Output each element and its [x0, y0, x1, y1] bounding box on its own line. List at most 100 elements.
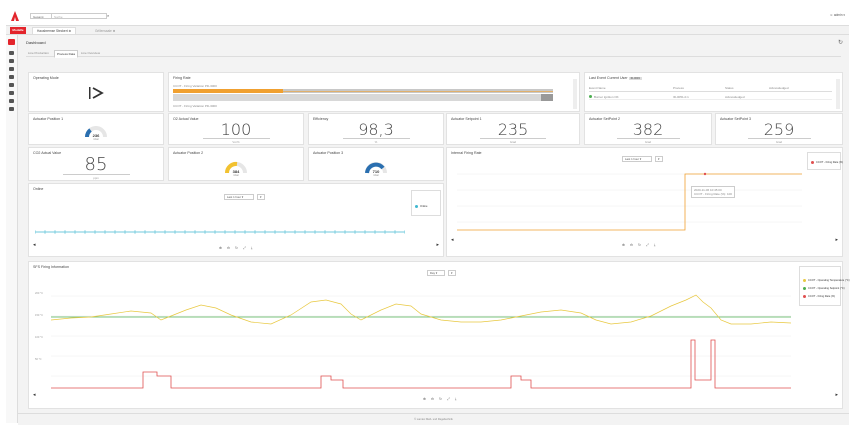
y-tick: 150 °C — [35, 314, 43, 317]
firing-progress-1 — [173, 89, 553, 93]
divider — [342, 138, 410, 139]
unit-label: Grad — [509, 140, 517, 144]
footer: © Lamtec Meß- und Regeltechnik — [18, 413, 849, 425]
sub-tabs: Line Production Process Data Line Overvi… — [26, 49, 841, 58]
unit-label: Grad — [644, 140, 652, 144]
big-value: 235 — [497, 120, 529, 139]
search-scope-select[interactable]: Gesamt — [30, 13, 52, 19]
card-firing-rate: Firing Rate CCOT - Firing Variation PD-3… — [168, 72, 580, 112]
chart-menu-button[interactable]: ▾ — [655, 156, 663, 162]
big-value: 98,3 — [358, 120, 394, 139]
legend-item[interactable]: CCOT - Firing Rate (%) — [803, 295, 835, 298]
card-title: Firing Rate — [173, 76, 191, 80]
scroll-left-icon[interactable]: ◂ — [33, 392, 36, 398]
col-header: Acknowledged — [769, 86, 789, 90]
tab-grillensaale[interactable]: Grillensaale ✖ — [92, 28, 118, 34]
firing-rate-series — [51, 339, 791, 389]
firing-progress-2 — [173, 94, 553, 101]
tab-hausbremse[interactable]: Hausbremse Steckert ⚙ — [32, 27, 77, 34]
search-icon[interactable]: ⌕ — [107, 13, 117, 19]
sidebar-item-8[interactable] — [9, 107, 14, 111]
event-table-header: Event Name Process Status Acknowledged — [589, 86, 832, 92]
legend-item[interactable]: CCOT - Operating Temperature (°C) — [803, 279, 850, 282]
card-actuator-setpoint-2: Actuator SetPoint 2 382 Grad — [584, 113, 712, 145]
subtab-line-overview[interactable]: Line Overview — [79, 50, 102, 56]
firing-row-label: CCOT - Firing Variation PD-3000 — [173, 84, 217, 88]
page-title: Dashboard — [26, 40, 46, 45]
user-menu[interactable]: ☺ admin ▾ — [830, 13, 845, 17]
sidebar-item-5[interactable] — [9, 83, 14, 87]
scroll-left-icon[interactable]: ◂ — [451, 237, 454, 243]
big-value: 259 — [763, 120, 795, 139]
unit-label: Vol.% — [232, 140, 240, 144]
play-skip-icon — [89, 87, 104, 99]
subtab-line-production[interactable]: Line Production — [26, 50, 51, 56]
sidebar-item-4[interactable] — [9, 75, 14, 79]
scrollbar[interactable] — [573, 79, 577, 109]
card-actuator-position-1: Actuator Position 1 236 mbar — [28, 113, 164, 145]
firing-progress-marker — [541, 94, 553, 101]
card-actuator-setpoint-1: Actuator Setpoint 1 235 Grad — [446, 113, 580, 145]
time-range-select[interactable]: Day ▾ — [427, 270, 445, 276]
hover-point — [703, 172, 707, 176]
time-range-select[interactable]: Last 1 hour ▾ — [224, 194, 254, 200]
chart-legend: CCOT - Firing Rate (%) — [807, 152, 843, 170]
card-title: SFS Firing Information — [33, 265, 69, 269]
col-header: Process — [673, 86, 684, 90]
scrollbar[interactable] — [836, 79, 840, 109]
models-button[interactable]: Modelle — [10, 27, 26, 34]
card-internal-firing-rate: Internal Firing Rate Last 1 hour ▾ ▾ 202… — [446, 147, 843, 257]
sidebar — [6, 35, 18, 423]
chart-toolbar[interactable]: ⊕ ⊖ ↻ ⤢ ⤓ — [622, 243, 658, 247]
subtab-process-data[interactable]: Process Data — [54, 50, 79, 58]
legend-item[interactable]: CCOT - Firing Rate (%) — [811, 161, 843, 164]
unit-label: Grad — [775, 140, 783, 144]
temperature-series — [51, 294, 791, 325]
time-range-select[interactable]: Last 1 hour ▾ — [622, 156, 652, 162]
cell: Acknowledged — [725, 95, 745, 99]
card-o2-actual: O2 Actual Value 100 Vol.% — [168, 113, 304, 145]
chart-legend: Online — [411, 190, 441, 216]
scroll-left-icon[interactable]: ◂ — [33, 242, 36, 248]
scroll-right-icon[interactable]: ▸ — [835, 392, 838, 398]
scroll-right-icon[interactable]: ▸ — [835, 237, 838, 243]
chart-menu-button[interactable]: ▾ — [448, 270, 456, 276]
card-title: Actuator Position 1 — [33, 117, 64, 121]
chart-tooltip: 2020-11-06 10:45:00 CCOT - Firing Rate (… — [691, 186, 735, 198]
divider — [62, 174, 130, 175]
sidebar-item-6[interactable] — [9, 91, 14, 95]
chart-menu-button[interactable]: ▾ — [257, 194, 265, 200]
card-sfs-firing: SFS Firing Information Day ▾ ▾ 200 °C 15… — [28, 261, 850, 409]
legend-item[interactable]: CCOT - Operating Setpoint (°C) — [803, 287, 845, 290]
card-co2-actual: CO2 Actual Value 85 ppm — [28, 147, 164, 181]
online-chart — [35, 230, 405, 234]
tooltip-value: CCOT - Firing Rate (%): 100 — [694, 192, 732, 196]
refresh-icon[interactable]: ↻ — [838, 39, 843, 46]
sidebar-item-dashboard[interactable] — [8, 39, 15, 45]
search-input[interactable]: Suche — [52, 13, 107, 19]
event-badge: ID-0003 — [628, 77, 642, 80]
card-actuator-setpoint-3: Actuator SetPoint 3 259 Grad — [715, 113, 843, 145]
sidebar-item-2[interactable] — [9, 59, 14, 63]
sfs-chart — [51, 294, 791, 389]
firing-rate-chart — [457, 172, 802, 231]
big-value: 382 — [632, 120, 664, 139]
col-header: Event Name — [589, 86, 606, 90]
sidebar-item-3[interactable] — [9, 67, 14, 71]
nav-bar: Modelle Hausbremse Steckert ⚙ Grillensaa… — [6, 26, 849, 35]
sidebar-item-7[interactable] — [9, 99, 14, 103]
card-actuator-position-3: Actuator Position 3 710 mbar — [308, 147, 444, 181]
sidebar-item-1[interactable] — [9, 51, 14, 55]
legend-item[interactable]: Online — [415, 205, 428, 208]
divider — [480, 138, 546, 139]
chart-toolbar[interactable]: ⊕ ⊖ ↻ ⤢ ⤓ — [219, 246, 255, 250]
top-bar: Gesamt Suche ⌕ ☺ admin ▾ — [6, 6, 849, 26]
y-tick: 200 °C — [35, 292, 43, 295]
chart-legend: CCOT - Operating Temperature (°C) CCOT -… — [799, 266, 850, 306]
table-row[interactable]: Burner Ignition OK ID-0051-0.1 Acknowled… — [589, 94, 832, 100]
scroll-right-icon[interactable]: ▸ — [436, 242, 439, 248]
card-title: Last Event Current User ID-0003 — [589, 76, 642, 80]
card-title: Online — [33, 187, 44, 191]
chart-toolbar[interactable]: ⊕ ⊖ ↻ ⤢ ⤓ — [423, 397, 459, 401]
firing-row-label-2: CCOT - Firing Variation PD-3000 — [173, 104, 217, 108]
